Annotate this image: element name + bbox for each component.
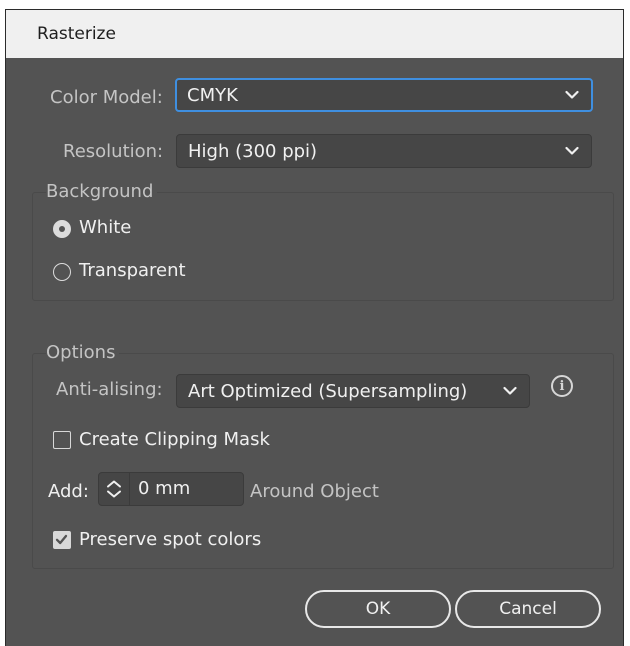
info-icon[interactable]: i <box>551 375 573 397</box>
around-object-label: Around Object <box>250 481 379 502</box>
rasterize-dialog: Rasterize Color Model: CMYK Resolution: … <box>5 9 624 646</box>
transparent-radio[interactable] <box>53 263 71 281</box>
ok-button[interactable]: OK <box>305 590 451 628</box>
chevron-down-icon <box>503 386 517 395</box>
color-model-label: Color Model: <box>50 87 163 108</box>
stepper-arrows-icon[interactable] <box>105 479 123 499</box>
white-radio[interactable] <box>53 220 71 238</box>
preserve-spot-colors-checkbox[interactable] <box>53 531 71 549</box>
color-model-select[interactable]: CMYK <box>175 78 593 112</box>
anti-aliasing-value: Art Optimized (Supersampling) <box>188 380 468 402</box>
transparent-radio-label[interactable]: Transparent <box>79 259 186 283</box>
color-model-value: CMYK <box>187 84 238 106</box>
options-group-title: Options <box>46 341 120 365</box>
create-clipping-mask-label[interactable]: Create Clipping Mask <box>79 428 270 452</box>
white-radio-label[interactable]: White <box>79 216 131 240</box>
anti-aliasing-select[interactable]: Art Optimized (Supersampling) <box>176 374 530 408</box>
preserve-spot-colors-label[interactable]: Preserve spot colors <box>79 528 261 552</box>
create-clipping-mask-checkbox[interactable] <box>53 431 71 449</box>
stepper-divider <box>129 473 130 505</box>
add-offset-value[interactable]: 0 mm <box>138 477 190 501</box>
anti-aliasing-label: Anti-alising: <box>56 379 163 400</box>
resolution-select[interactable]: High (300 ppi) <box>176 134 592 168</box>
chevron-down-icon <box>565 146 579 155</box>
cancel-button[interactable]: Cancel <box>455 590 601 628</box>
dialog-title: Rasterize <box>6 10 623 58</box>
checkmark-icon <box>55 534 68 545</box>
background-group <box>32 192 614 301</box>
chevron-down-icon <box>565 90 579 99</box>
add-offset-field[interactable]: 0 mm <box>98 472 244 506</box>
resolution-value: High (300 ppi) <box>188 140 318 162</box>
add-label: Add: <box>48 481 89 502</box>
background-group-title: Background <box>46 180 158 204</box>
resolution-label: Resolution: <box>63 141 164 162</box>
